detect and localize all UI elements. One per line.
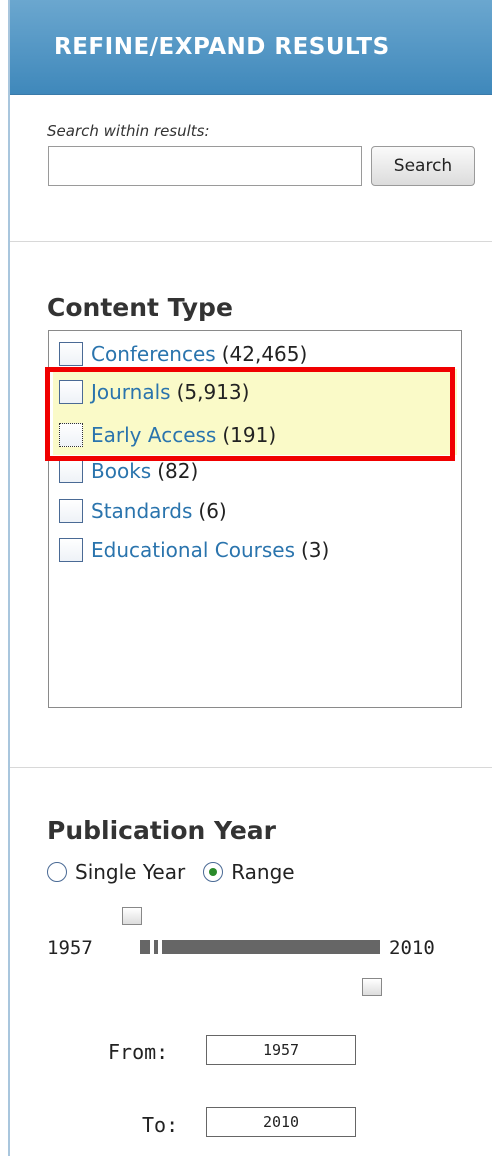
content-type-count: (82) xyxy=(157,459,199,483)
divider xyxy=(10,767,492,768)
content-type-item-conferences[interactable]: Conferences (42,465) xyxy=(59,339,307,369)
from-year-input[interactable]: 1957 xyxy=(206,1035,356,1065)
to-year-input[interactable]: 2010 xyxy=(206,1107,356,1137)
checkbox[interactable] xyxy=(59,538,83,562)
search-button[interactable]: Search xyxy=(371,146,475,186)
radio-selected-dot xyxy=(209,868,218,876)
checkbox[interactable] xyxy=(59,499,83,523)
checkbox[interactable] xyxy=(59,342,83,366)
content-type-label[interactable]: Educational Courses xyxy=(91,538,295,562)
content-type-title: Content Type xyxy=(47,293,233,322)
from-label: From: xyxy=(108,1040,169,1064)
radio-single-year[interactable] xyxy=(47,862,67,882)
year-range-track[interactable] xyxy=(140,940,380,954)
content-type-label[interactable]: Books xyxy=(91,459,151,483)
divider xyxy=(10,241,492,242)
annotation-highlight-box xyxy=(45,367,455,461)
range-end-handle[interactable] xyxy=(362,978,382,996)
content-type-item-educational-courses[interactable]: Educational Courses (3) xyxy=(59,535,329,565)
to-label: To: xyxy=(142,1113,179,1137)
year-mode-options: Single Year Range xyxy=(47,860,295,884)
publication-year-title: Publication Year xyxy=(47,816,277,845)
range-min-label: 1957 xyxy=(47,937,93,959)
radio-single-year-label[interactable]: Single Year xyxy=(75,860,185,884)
content-type-count: (42,465) xyxy=(221,342,308,366)
content-type-item-standards[interactable]: Standards (6) xyxy=(59,496,227,526)
content-type-count: (6) xyxy=(198,499,227,523)
content-type-label[interactable]: Conferences xyxy=(91,342,216,366)
content-type-label[interactable]: Standards xyxy=(91,499,192,523)
checkbox[interactable] xyxy=(59,459,83,483)
range-max-label: 2010 xyxy=(389,937,435,959)
radio-range-label[interactable]: Range xyxy=(231,860,294,884)
panel-title: REFINE/EXPAND RESULTS xyxy=(54,34,390,60)
track-gap xyxy=(150,940,154,954)
range-start-handle[interactable] xyxy=(122,907,142,925)
radio-range[interactable] xyxy=(203,862,224,882)
search-within-label: Search within results: xyxy=(47,122,210,140)
track-gap xyxy=(158,940,162,954)
refine-panel: REFINE/EXPAND RESULTS Search within resu… xyxy=(8,0,492,1156)
search-within-input[interactable] xyxy=(48,146,362,186)
panel-header: REFINE/EXPAND RESULTS xyxy=(10,0,492,95)
content-type-count: (3) xyxy=(300,538,330,562)
